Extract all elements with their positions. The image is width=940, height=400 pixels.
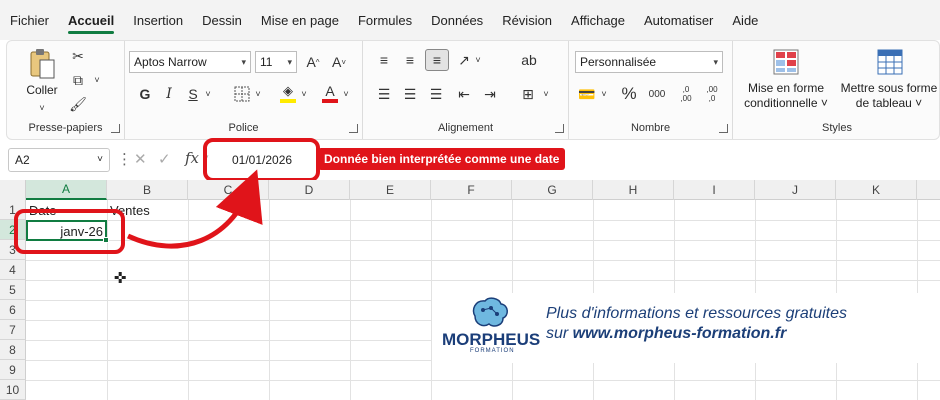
arrow-path [126,169,263,249]
brand-logo-text: MORPHEUS [442,330,541,349]
promo-url[interactable]: www.morpheus-formation.fr [573,325,787,342]
brain-logo-icon [466,296,512,332]
brand-logo-subtext: FORMATION [470,348,515,354]
promo-line-1: Plus d'informations et ressources gratui… [546,305,847,322]
promo-line-2-prefix: sur [546,325,573,342]
promo-line-2: sur www.morpheus-formation.fr [546,325,786,343]
